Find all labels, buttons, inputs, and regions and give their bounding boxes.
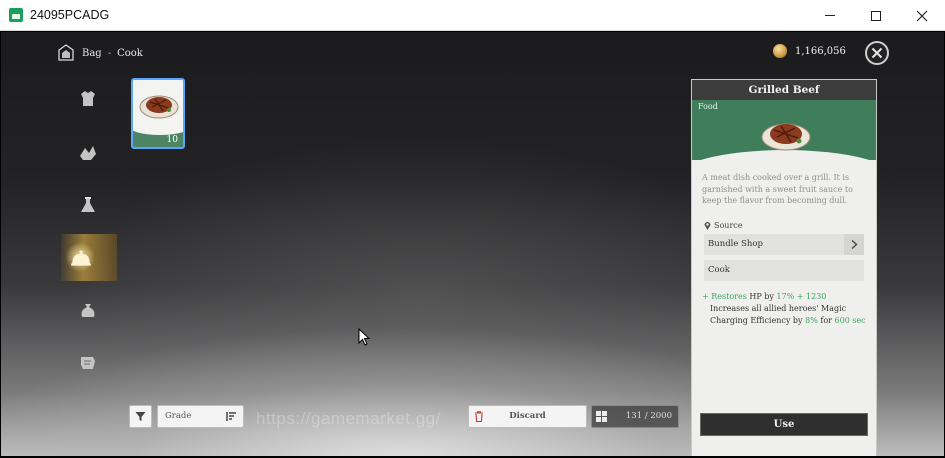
source-go-button[interactable] — [844, 234, 864, 255]
location-pin-icon — [704, 222, 711, 230]
category-bags[interactable] — [71, 294, 105, 328]
grade-sort-dropdown[interactable]: Grade — [157, 405, 244, 428]
source-cook: Cook — [704, 260, 864, 281]
watermark: https://gamemarket.gg/ — [256, 409, 441, 428]
trash-icon — [475, 411, 483, 422]
minimize-button[interactable] — [807, 0, 853, 31]
close-bag-button[interactable] — [865, 41, 889, 65]
game-viewport: Bag - Cook 1,166,056 10 Grilled Beef Foo… — [1, 32, 944, 456]
flask-icon — [81, 197, 95, 212]
armor-icon — [81, 91, 95, 106]
sack-icon — [81, 304, 95, 317]
currency-amount: 1,166,056 — [795, 45, 846, 57]
bag-icon — [58, 44, 74, 61]
category-potions[interactable] — [71, 189, 105, 223]
breadcrumb: Bag - Cook — [56, 43, 143, 63]
breadcrumb-separator: - — [107, 47, 112, 59]
scroll-icon — [81, 357, 95, 369]
coin-icon — [773, 44, 787, 58]
item-effect: + Restores HP by 17% + 1230 Increases al… — [702, 291, 874, 327]
effect-line-2: Increases all allied heroes' Magic — [710, 304, 847, 313]
materials-icon — [80, 146, 96, 160]
category-armor[interactable] — [71, 82, 105, 116]
bag-capacity: 131 / 2000 — [591, 405, 679, 428]
mouse-cursor-icon — [358, 328, 370, 346]
effect-bullet: + — [702, 292, 709, 301]
grilled-beef-icon — [139, 95, 179, 119]
grade-label: Grade — [165, 411, 192, 421]
effect-restores: Restores — [711, 292, 747, 301]
currency-display: 1,166,056 — [773, 44, 846, 58]
app-icon — [9, 8, 23, 22]
category-misc[interactable] — [71, 346, 105, 380]
chevron-right-icon — [851, 240, 858, 249]
item-banner: Food — [692, 100, 876, 160]
window-title: 24095PCADG — [30, 8, 110, 22]
maximize-icon — [871, 10, 881, 21]
window-titlebar: 24095PCADG — [0, 0, 945, 31]
item-type: Food — [698, 102, 718, 111]
minimize-icon — [825, 15, 835, 16]
effect-duration: 600 sec — [834, 316, 866, 325]
maximize-button[interactable] — [853, 0, 899, 31]
category-materials[interactable] — [71, 136, 105, 170]
category-cook[interactable] — [61, 234, 117, 281]
source-bundle-shop[interactable]: Bundle Shop — [704, 234, 864, 255]
close-icon — [916, 10, 928, 21]
breadcrumb-current: Cook — [117, 47, 143, 59]
source-name: Cook — [708, 265, 730, 275]
sort-icon — [226, 412, 236, 421]
filter-button[interactable] — [129, 405, 152, 428]
item-detail-panel: Grilled Beef Food A meat dish cooked ove… — [691, 79, 877, 456]
discard-button[interactable]: Discard — [468, 405, 587, 428]
breadcrumb-root[interactable]: Bag — [82, 48, 102, 59]
source-header: Source — [704, 221, 743, 230]
effect-charging-text: Charging Efficiency by — [710, 316, 803, 325]
capacity-text: 131 / 2000 — [625, 411, 672, 421]
effect-line-3: Charging Efficiency by 8% for 600 sec — [702, 315, 874, 327]
close-circle-icon — [871, 47, 883, 59]
grid-icon — [596, 411, 607, 422]
discard-label: Discard — [509, 411, 546, 421]
item-description: A meat dish cooked over a grill. It is g… — [702, 173, 853, 205]
effect-hp-text: HP by — [749, 292, 774, 301]
filter-icon — [135, 412, 146, 421]
use-button[interactable]: Use — [700, 413, 868, 436]
source-label: Source — [714, 221, 743, 230]
item-title: Grilled Beef — [692, 80, 876, 100]
grilled-beef-icon — [761, 123, 811, 151]
effect-hp-value: 17% + 1230 — [776, 292, 827, 301]
inventory-slot-grilled-beef[interactable]: 10 — [131, 78, 185, 149]
cloche-icon — [71, 250, 91, 266]
source-name: Bundle Shop — [708, 239, 763, 249]
effect-for-text: for — [820, 316, 832, 325]
effect-line-1: + Restores HP by 17% + 1230 — [702, 291, 874, 303]
window-close-button[interactable] — [899, 0, 945, 31]
item-count: 10 — [166, 135, 178, 145]
effect-charging-value: 8% — [805, 316, 818, 325]
